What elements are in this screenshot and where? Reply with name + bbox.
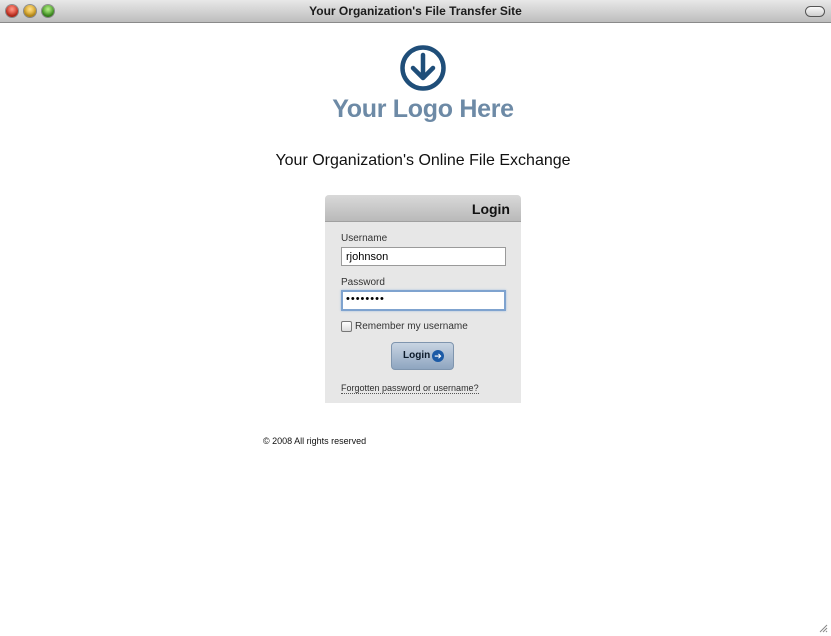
resize-grip-icon[interactable] xyxy=(818,623,828,633)
login-panel-title: Login xyxy=(471,201,510,217)
remember-username-checkbox[interactable] xyxy=(341,321,352,332)
copyright-text: © 2008 All rights reserved xyxy=(263,436,367,446)
username-input[interactable] xyxy=(341,247,506,266)
window-left-edge xyxy=(0,23,9,636)
page-heading: Your Organization's Online File Exchange xyxy=(275,152,571,169)
window-title: Your Organization's File Transfer Site xyxy=(309,4,522,18)
logo-text: Your Logo Here xyxy=(332,95,514,123)
password-input[interactable]: •••••••• xyxy=(341,290,506,311)
toolbar-toggle-icon[interactable] xyxy=(805,6,825,17)
username-label: Username xyxy=(341,233,388,244)
login-button[interactable]: Login ➔ xyxy=(391,342,454,370)
title-bar[interactable]: Your Organization's File Transfer Site xyxy=(0,0,831,23)
login-panel-header: Login xyxy=(325,195,521,222)
login-button-label: Login xyxy=(403,350,431,361)
forgot-password-link[interactable]: Forgotten password or username? xyxy=(341,383,479,394)
arrow-right-circle-icon: ➔ xyxy=(432,350,444,362)
login-panel: Login Username Password •••••••• Remembe… xyxy=(325,195,521,403)
remember-username-label[interactable]: Remember my username xyxy=(355,321,468,332)
browser-window: Your Organization's File Transfer Site Y… xyxy=(0,0,831,636)
password-label: Password xyxy=(341,277,385,288)
down-arrow-circle-icon xyxy=(400,45,446,91)
